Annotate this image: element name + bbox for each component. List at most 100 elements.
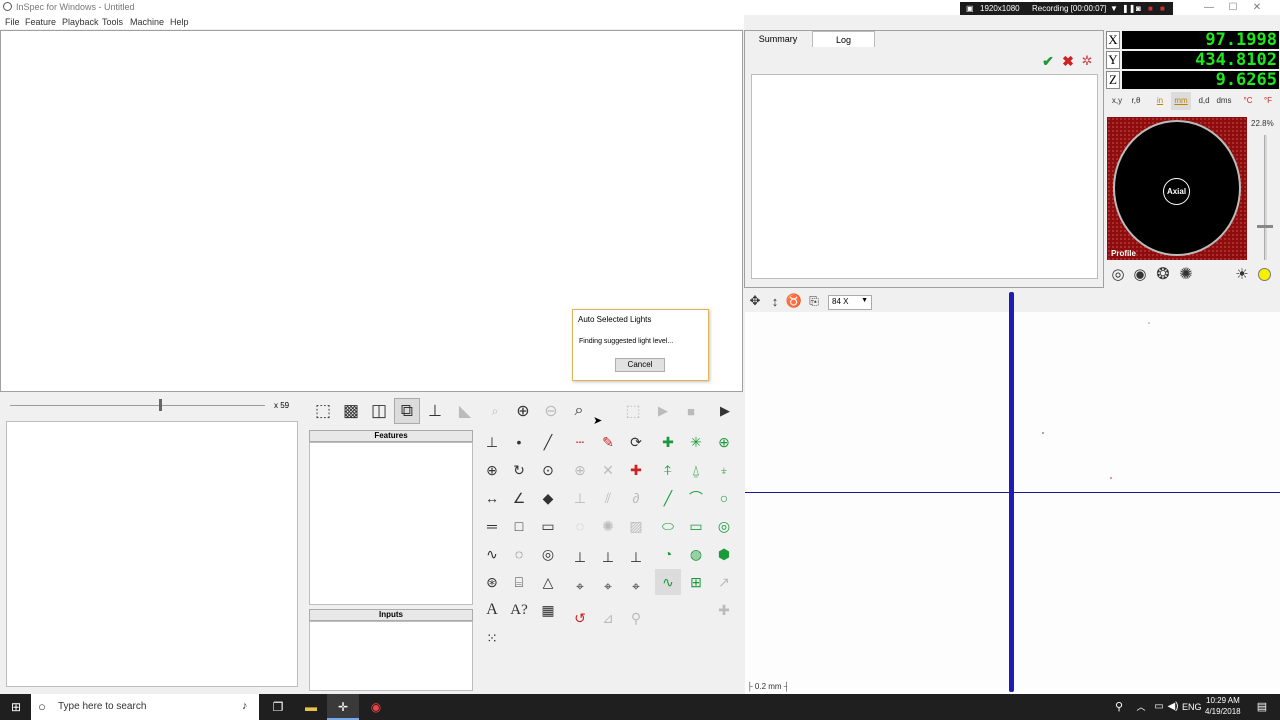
rect-measure-icon[interactable]: ▭	[683, 513, 709, 539]
view-wireframe-icon[interactable]: ⬚	[310, 398, 336, 424]
edge-trace-icon[interactable]: ┄	[567, 429, 593, 455]
select-region-icon[interactable]: ⬚	[620, 398, 646, 424]
plane-icon[interactable]: ◆	[535, 485, 561, 511]
rotate-icon[interactable]: ↺	[567, 605, 593, 631]
gear-pattern-icon[interactable]: ✺	[595, 513, 621, 539]
clock-time[interactable]: 10:29 AM	[1206, 696, 1240, 705]
datum-z-icon[interactable]: ⊥	[623, 544, 649, 570]
inputs-list[interactable]	[309, 621, 473, 691]
light-slider-thumb[interactable]	[1257, 225, 1273, 228]
view-box-icon[interactable]: ⧉	[394, 398, 420, 424]
record-icon[interactable]: ■	[1160, 4, 1165, 13]
menu-help[interactable]: Help	[170, 17, 189, 27]
unit-mm-button[interactable]: mm	[1171, 92, 1191, 110]
menu-file[interactable]: File	[5, 17, 20, 27]
add-axis-icon[interactable]: ✚	[711, 597, 737, 623]
dial-icon[interactable]: ◔	[655, 541, 681, 567]
ring-segment-icon[interactable]: ❂	[1152, 263, 1174, 285]
profile-chart-icon[interactable]: ◣	[452, 398, 478, 424]
task-view-icon[interactable]: ❐	[262, 694, 294, 720]
point-icon[interactable]: •	[506, 429, 532, 455]
sphere-icon[interactable]: ⊛	[479, 569, 505, 595]
brightness-icon[interactable]: ☀	[1232, 263, 1252, 285]
curve-icon[interactable]: ∿	[479, 541, 505, 567]
zoom-out-icon[interactable]: ⊖	[538, 398, 564, 424]
snapshot-icon[interactable]: ⎘	[805, 291, 823, 311]
mode-polar-button[interactable]: r,θ	[1126, 92, 1146, 110]
datum-icon[interactable]: ⊥	[422, 398, 448, 424]
cone-icon[interactable]: △	[535, 569, 561, 595]
camera-view[interactable]: ├ 0.2 mm ┤	[745, 292, 1280, 694]
run-icon[interactable]: ▶	[712, 398, 738, 424]
menu-tools[interactable]: Tools	[102, 17, 123, 27]
calculator-icon[interactable]: ▦	[535, 597, 561, 623]
windows-start-icon[interactable]: ⊞	[0, 694, 32, 720]
probe-icon[interactable]: ♉	[785, 291, 803, 311]
target-icon[interactable]: ⊕	[567, 457, 593, 483]
accept-icon[interactable]: ✔	[1040, 53, 1056, 69]
perpendicular-icon[interactable]: ⊥	[567, 485, 593, 511]
star-icon[interactable]: ✳	[683, 429, 709, 455]
datum-x-icon[interactable]: ⊥	[567, 544, 593, 570]
coordinate-system-icon[interactable]: ⊥	[479, 429, 505, 455]
grid-measure-icon[interactable]: ⊞	[683, 569, 709, 595]
ring-light-1-icon[interactable]: ◎	[1108, 263, 1128, 285]
features-list[interactable]	[309, 442, 473, 605]
blob-icon[interactable]: ◌	[506, 541, 532, 567]
view-solid-icon[interactable]: ▩	[338, 398, 364, 424]
ring-icon[interactable]: ◎	[535, 541, 561, 567]
taskbar-search[interactable]: ○ Type here to search ♪	[31, 694, 259, 720]
tab-summary[interactable]: Summary	[746, 31, 810, 47]
probe-sphere-icon[interactable]: ⚲	[623, 605, 649, 631]
shift-z-icon[interactable]: ⌖	[623, 573, 649, 599]
angle-decimal-button[interactable]: d,d	[1194, 92, 1214, 110]
arc-icon[interactable]: ↻	[506, 457, 532, 483]
circle-center-icon[interactable]: ⊕	[479, 457, 505, 483]
midpoint-icon[interactable]: ✚	[623, 457, 649, 483]
zoom-window-icon[interactable]: ⌕	[566, 398, 592, 424]
blob-measure-icon[interactable]: ⬢	[711, 541, 737, 567]
shift-x-icon[interactable]: ⌖	[567, 573, 593, 599]
file-explorer-icon[interactable]: ▬	[295, 694, 327, 720]
stop-icon[interactable]: ■	[678, 398, 704, 424]
light-ring-control[interactable]: Axial Profile	[1107, 117, 1247, 260]
width-gauge-icon[interactable]: ⍖	[711, 457, 737, 483]
close-button[interactable]: ✕	[1234, 0, 1280, 15]
hatch-icon[interactable]: ▨	[623, 513, 649, 539]
view-iso-icon[interactable]: ◫	[366, 398, 392, 424]
ring-light-2-icon[interactable]: ◉	[1130, 263, 1150, 285]
notifications-icon[interactable]: ▤	[1246, 694, 1278, 720]
magnification-slider-track[interactable]	[10, 405, 265, 406]
parallel-icon[interactable]: ⫽	[595, 485, 621, 511]
point-cloud-icon[interactable]: ⁙	[479, 625, 505, 651]
arc-measure-icon[interactable]: ⌒	[683, 485, 709, 511]
menu-playback[interactable]: Playback	[62, 17, 99, 27]
tab-log[interactable]: Log	[812, 31, 875, 47]
magnification-slider-thumb[interactable]	[159, 399, 162, 411]
menu-feature[interactable]: Feature	[25, 17, 56, 27]
height-gauge-icon[interactable]: ⍏	[655, 457, 681, 483]
wave-icon[interactable]: ∿	[655, 569, 681, 595]
clock-date[interactable]: 4/19/2018	[1205, 707, 1241, 716]
parallel-lines-icon[interactable]: ═	[479, 513, 505, 539]
fit-icon[interactable]: ⌕	[482, 398, 508, 424]
contour-icon[interactable]: ⬭	[655, 513, 681, 539]
cylinder-icon[interactable]: ⌸	[506, 569, 532, 595]
text-icon[interactable]: A	[479, 597, 505, 623]
move-icon[interactable]: ✥	[746, 291, 764, 311]
angle-dms-button[interactable]: dms	[1214, 92, 1234, 110]
auto-edge-icon[interactable]: ✎	[595, 429, 621, 455]
line-icon[interactable]: ╱	[535, 429, 561, 455]
cycle-icon[interactable]: ⟳	[623, 429, 649, 455]
pause-icon[interactable]: ❚❚	[1122, 4, 1135, 13]
circle-add-icon[interactable]: ⊕	[711, 429, 737, 455]
shift-y-icon[interactable]: ⌖	[595, 573, 621, 599]
intersection-icon[interactable]: ✕	[595, 457, 621, 483]
ellipse-icon[interactable]: ⊙	[535, 457, 561, 483]
rectangle-icon[interactable]: □	[506, 513, 532, 539]
angle-icon[interactable]: ∠	[506, 485, 532, 511]
ring-quadrant-icon[interactable]: ✺	[1175, 263, 1197, 285]
circle-measure-icon[interactable]: ○	[711, 485, 737, 511]
camera-icon[interactable]: ◙	[1136, 4, 1141, 13]
zoom-select[interactable]: 84 X ▼	[828, 295, 872, 310]
